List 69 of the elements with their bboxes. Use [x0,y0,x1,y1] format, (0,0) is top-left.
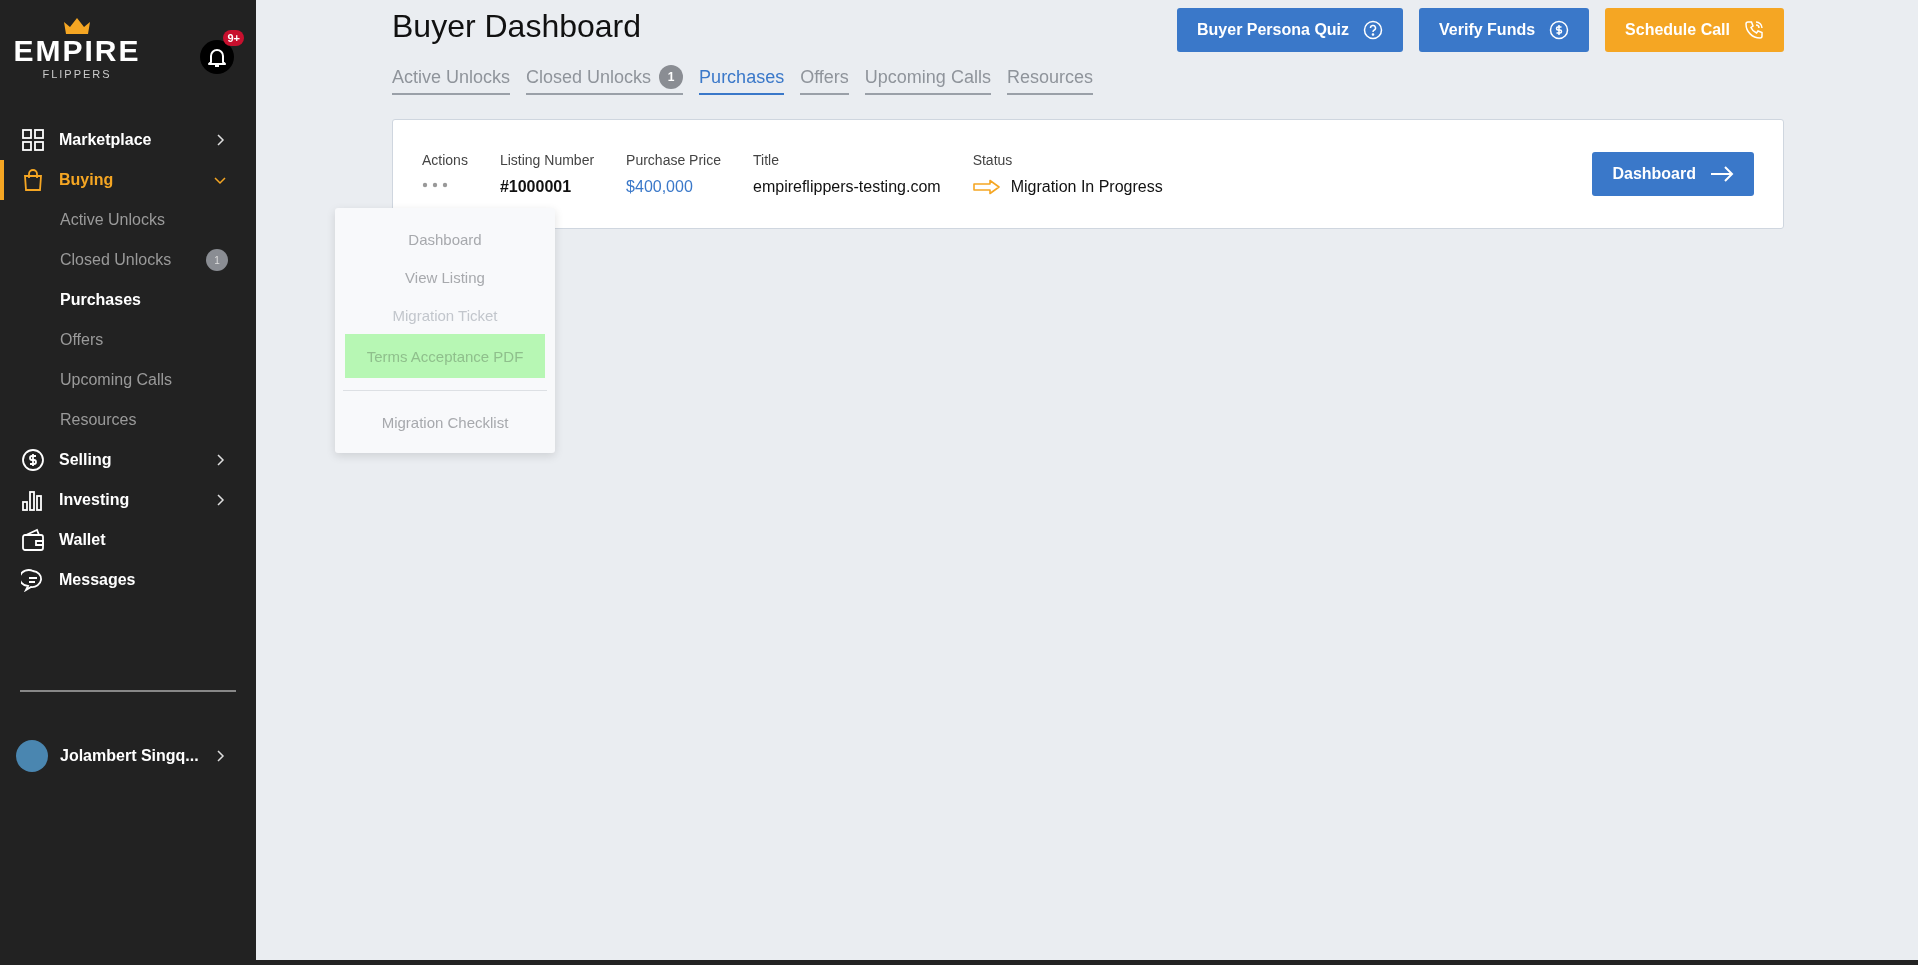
status-text: Migration In Progress [1010,178,1163,196]
verify-funds-button[interactable]: Verify Funds [1419,8,1590,52]
price-text: $400,000 [626,178,694,196]
nav-item[interactable]: Selling [0,440,256,480]
column-label: Purchase Price [626,152,721,168]
nav-subitem[interactable]: Purchases [0,280,256,320]
bag-icon [21,168,45,192]
column-label: Title [753,152,780,168]
page-title: Buyer Dashboard [392,8,643,45]
tab-label: Offers [800,66,849,88]
avatar [16,740,48,772]
tab[interactable]: Purchases [699,65,785,95]
nav-subitem-label: Offers [60,331,104,349]
bar-chart-icon [21,488,45,512]
chevron-right-icon [214,750,226,762]
dropdown-item[interactable]: Dashboard [345,220,545,258]
dropdown-item[interactable]: View Listing [345,258,545,296]
column-label: Actions [422,152,468,168]
nav-item[interactable]: Messages [0,560,256,600]
dashboard-button[interactable]: Dashboard [1592,152,1754,196]
nav-item[interactable]: Buying [0,160,256,200]
arrow-right-icon [1710,166,1734,182]
tab[interactable]: Active Unlocks [392,65,511,95]
nav-item[interactable]: Investing [0,480,256,520]
dollar-circle-icon [21,448,45,472]
logo-text: EMPIRE [13,36,141,66]
crown-icon [62,16,92,36]
nav-item[interactable]: Wallet [0,520,256,560]
notifications-button[interactable] [200,40,234,74]
cell-value: #1000001 [499,178,573,196]
arrow-right-icon [972,179,1001,195]
nav-subitem-label: Upcoming Calls [60,371,173,389]
wallet-icon [21,528,45,552]
nav-subitem[interactable]: Active Unlocks [0,200,256,240]
dollar-circle-icon [1549,20,1570,40]
grid-icon [21,128,45,152]
nav-subitem-label: Resources [60,411,137,429]
logo-subtext: FLIPPERS [42,68,112,80]
tab-label: Active Unlocks [392,66,511,88]
nav-subitem[interactable]: Upcoming Calls [0,360,256,400]
count-badge: 1 [659,65,684,89]
cell-value: empireflippers-testing.com [753,178,941,196]
nav-subitem[interactable]: Offers [0,320,256,360]
dots-icon [422,182,448,188]
tab-label: Resources [1006,66,1093,88]
nav-subitem[interactable]: Closed Unlocks 1 [0,240,256,280]
tab-label: Closed Unlocks [526,66,652,88]
tab[interactable]: Closed Unlocks 1 [526,65,684,95]
question-circle-icon [1363,20,1384,40]
tab-label: Purchases [699,66,785,88]
nav-subitem[interactable]: Resources [0,400,256,440]
nav-subitem-label: Closed Unlocks [60,251,172,269]
nav-subitem-label: Active Unlocks [60,211,165,229]
column-label: Status [972,152,1014,168]
user-menu[interactable]: Jolambert Singq... [0,740,256,772]
quiz-button[interactable]: Buyer Persona Quiz [1177,8,1404,52]
dropdown-item[interactable]: Migration Checklist [345,403,545,441]
tab[interactable]: Upcoming Calls [864,65,991,95]
tab-label: Upcoming Calls [864,66,991,88]
count-badge: 1 [206,249,228,271]
user-name: Jolambert Singq... [60,747,200,765]
notification-badge: 9+ [223,30,244,46]
nav-subitem-label: Purchases [60,291,141,309]
chat-icon [21,568,45,592]
tab[interactable]: Offers [800,65,849,95]
phone-icon [1744,20,1764,40]
tab[interactable]: Resources [1006,65,1093,95]
nav-item[interactable]: Marketplace [0,120,256,160]
column-label: Listing Number [499,152,595,168]
